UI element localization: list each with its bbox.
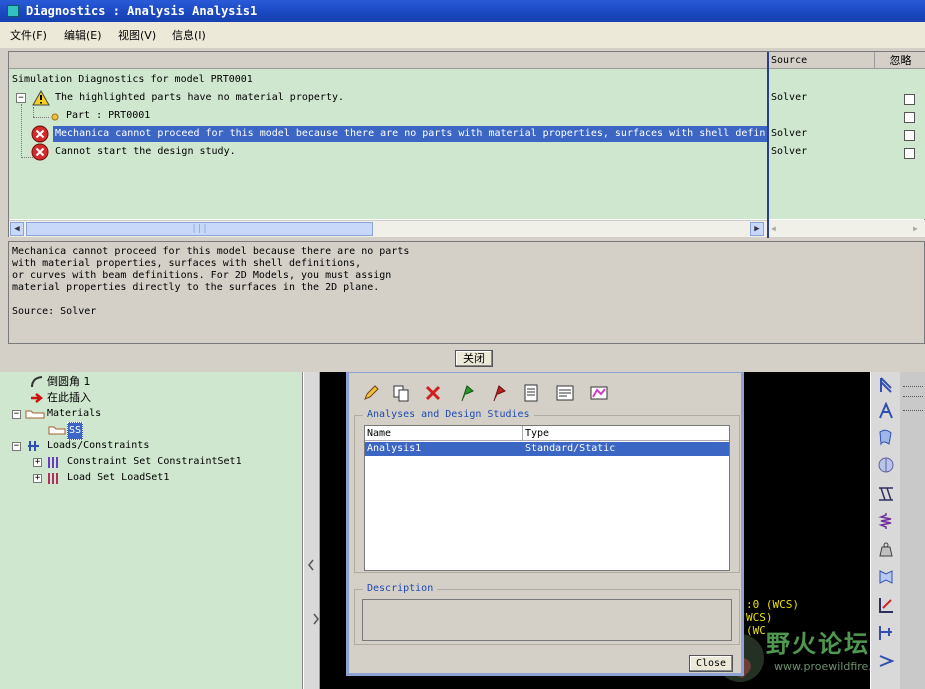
- collapse-icon[interactable]: −: [12, 410, 21, 419]
- message-detail-text: Mechanica cannot proceed for this model …: [12, 246, 410, 317]
- diagnostics-list[interactable]: Source 忽略 Simulation Diagnostics for mod…: [8, 51, 925, 238]
- rigid-link-icon[interactable]: [877, 624, 895, 642]
- run-flag-icon[interactable]: [457, 383, 477, 403]
- diagnostics-window: Diagnostics : Analysis Analysis1 文件(F) 编…: [0, 0, 925, 372]
- tree-item-label: Constraint Set ConstraintSet1: [67, 456, 242, 467]
- ignore-checkbox[interactable]: [904, 148, 915, 159]
- bearing-load-icon[interactable]: [877, 456, 895, 474]
- menu-file[interactable]: 文件(F): [10, 27, 47, 43]
- chevron-left-icon[interactable]: [306, 558, 316, 572]
- edit-pencil-icon[interactable]: [361, 383, 381, 403]
- description-field[interactable]: [362, 599, 732, 641]
- info-window-icon[interactable]: [555, 383, 575, 403]
- error-icon: [31, 125, 49, 143]
- analyses-dialog: Analyses and Design Studies Name Type An…: [346, 370, 744, 676]
- status-list-icon[interactable]: [521, 383, 541, 403]
- pin-constraint-icon[interactable]: [877, 402, 895, 420]
- list-item[interactable]: Mechanica cannot proceed for this model …: [9, 125, 767, 143]
- message-tree: Simulation Diagnostics for model PRT0001…: [9, 69, 767, 219]
- delete-icon[interactable]: [423, 383, 443, 403]
- tree-item-label: Load Set LoadSet1: [67, 472, 170, 483]
- spring-icon[interactable]: [877, 512, 895, 530]
- tree-item-label: 倒圆角 1: [47, 375, 91, 388]
- window-icon: [7, 5, 19, 17]
- menu-bar: 文件(F) 编辑(E) 视图(V) 信息(I): [0, 22, 925, 48]
- surface-load-icon[interactable]: [877, 428, 895, 446]
- source-ignore-columns: Solver Solver Solver: [769, 69, 925, 219]
- table-row[interactable]: Analysis1 Standard/Static: [365, 442, 729, 456]
- error-icon: [31, 143, 49, 161]
- model-tree: 倒圆角 1 在此插入 − Materials SS − Loads/Constr…: [0, 372, 303, 689]
- load-icon: [48, 473, 58, 484]
- close-diagnostics-button[interactable]: 关闭: [455, 350, 493, 367]
- column-source[interactable]: Source: [769, 52, 875, 69]
- column-name[interactable]: Name: [367, 428, 391, 439]
- measure-icon[interactable]: [877, 652, 895, 670]
- beam-icon[interactable]: [877, 484, 895, 502]
- mass-icon[interactable]: [877, 540, 895, 558]
- description-group-title: Description: [363, 583, 438, 594]
- horizontal-scrollbar[interactable]: ◀ ||| ▶: [9, 220, 767, 237]
- scroll-right-icon[interactable]: ▶: [913, 224, 918, 233]
- constraint-icon: [48, 457, 58, 468]
- analyses-list[interactable]: Name Type Analysis1 Standard/Static: [364, 425, 730, 571]
- menu-view[interactable]: 视图(V): [118, 27, 156, 43]
- analyses-group-title: Analyses and Design Studies: [363, 409, 534, 420]
- ignore-checkbox[interactable]: [904, 112, 915, 123]
- close-button[interactable]: Close: [689, 655, 733, 672]
- watermark-url: www.proewildfire.cn: [774, 660, 885, 673]
- panel-splitter[interactable]: [303, 372, 320, 689]
- loads-icon: [28, 441, 39, 451]
- stop-flag-icon[interactable]: [489, 383, 509, 403]
- scroll-left-icon[interactable]: ◀: [771, 224, 776, 233]
- material-folder-icon: [25, 410, 45, 419]
- list-item[interactable]: Simulation Diagnostics for model PRT0001: [12, 71, 767, 89]
- message-detail: Mechanica cannot proceed for this model …: [8, 241, 925, 344]
- tree-item-label: Loads/Constraints: [47, 440, 150, 451]
- constraint-tool-icon[interactable]: [877, 376, 895, 394]
- watermark-title: 野火论坛: [766, 630, 870, 658]
- menu-info[interactable]: 信息(I): [172, 27, 206, 43]
- menu-edit[interactable]: 编辑(E): [64, 27, 102, 43]
- results-icon[interactable]: [589, 383, 609, 403]
- round-icon: [31, 376, 43, 388]
- copy-icon[interactable]: [391, 383, 411, 403]
- scroll-thumb[interactable]: |||: [26, 222, 373, 236]
- expand-icon[interactable]: +: [33, 458, 42, 467]
- analyses-list-header: Name Type: [365, 426, 729, 441]
- expand-icon[interactable]: +: [33, 474, 42, 483]
- part-icon: [51, 113, 59, 121]
- column-type[interactable]: Type: [525, 428, 549, 439]
- insert-arrow-icon: [31, 393, 44, 403]
- list-item[interactable]: Part : PRT0001: [9, 107, 767, 125]
- tree-item-label: 在此插入: [47, 391, 91, 404]
- scroll-left-icon[interactable]: ◀: [10, 222, 24, 236]
- warning-icon: [32, 90, 50, 106]
- ignore-checkbox[interactable]: [904, 130, 915, 141]
- message-column-header: [9, 52, 767, 69]
- tree-item-label: Materials: [47, 408, 102, 419]
- horizontal-scrollbar-right[interactable]: ◀ ▶: [769, 220, 925, 237]
- list-item[interactable]: − The highlighted parts have no material…: [9, 89, 767, 107]
- right-panel-edge: [900, 372, 925, 689]
- source-cell: Solver: [771, 128, 808, 139]
- weld-icon[interactable]: [877, 596, 895, 614]
- scroll-right-icon[interactable]: ▶: [750, 222, 764, 236]
- right-toolbar: [870, 372, 900, 689]
- source-cell: Solver: [771, 92, 808, 103]
- window-title: Diagnostics : Analysis Analysis1: [26, 4, 258, 18]
- material-icon: [48, 426, 66, 435]
- collapse-icon[interactable]: −: [16, 93, 26, 103]
- ignore-checkbox[interactable]: [904, 94, 915, 105]
- shell-icon[interactable]: [877, 568, 895, 586]
- source-cell: Solver: [771, 146, 808, 157]
- column-ignore[interactable]: 忽略: [875, 52, 925, 69]
- title-bar[interactable]: Diagnostics : Analysis Analysis1: [0, 0, 925, 22]
- list-item[interactable]: Cannot start the design study.: [9, 143, 767, 161]
- collapse-icon[interactable]: −: [12, 442, 21, 451]
